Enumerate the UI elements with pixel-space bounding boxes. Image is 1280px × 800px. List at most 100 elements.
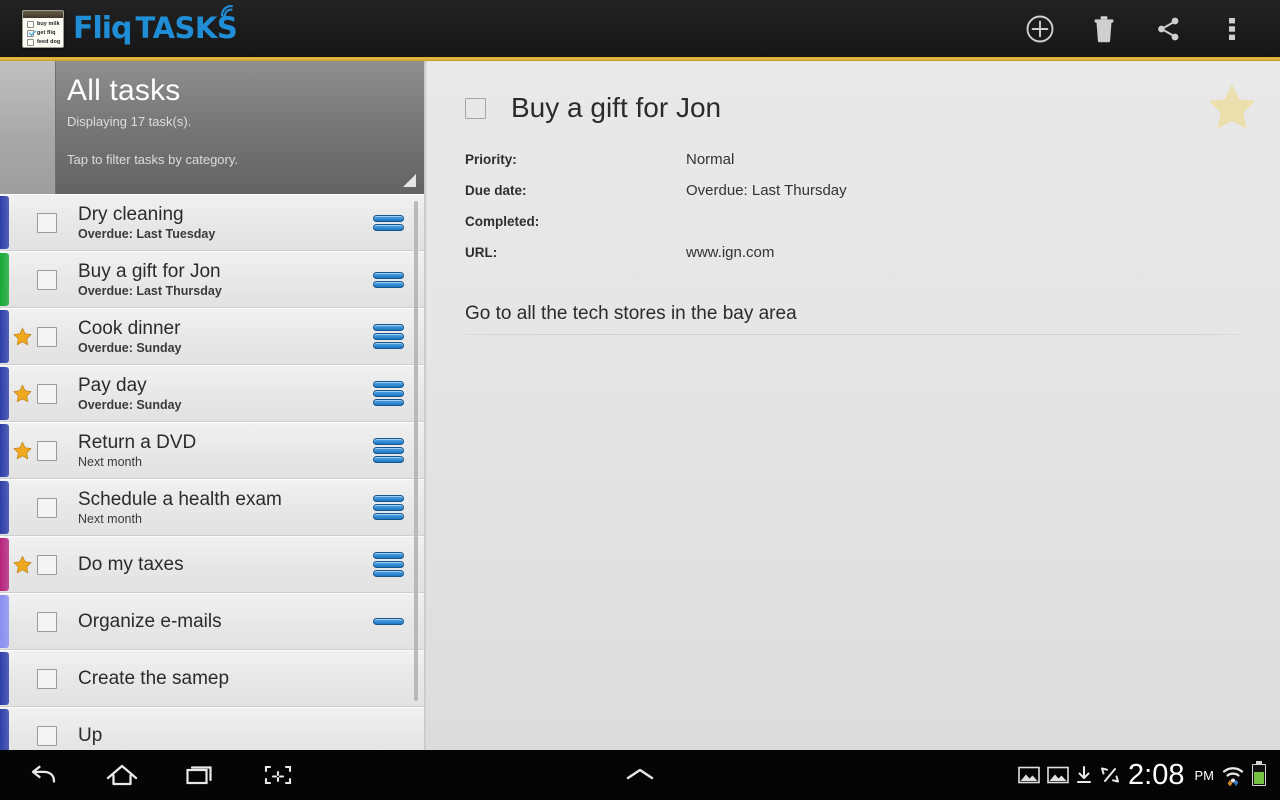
task-text-block: Pay day Overdue: Sunday — [78, 374, 362, 413]
screenshot-button[interactable] — [256, 755, 300, 795]
task-favorite-toggle[interactable] — [9, 555, 35, 574]
detail-field-value[interactable]: www.ign.com — [686, 244, 774, 262]
task-title: Dry cleaning — [78, 204, 184, 225]
detail-field-row: URL: www.ign.com — [427, 244, 1280, 275]
task-complete-checkbox[interactable] — [37, 668, 57, 689]
back-button[interactable] — [22, 755, 66, 795]
overflow-menu-button[interactable] — [1200, 0, 1264, 57]
detail-field-value[interactable]: Overdue: Last Thursday — [686, 182, 847, 200]
task-row[interactable]: Up — [0, 707, 424, 750]
chevron-up-icon — [626, 768, 654, 780]
task-priority-indicator — [362, 324, 414, 349]
download-icon — [1077, 766, 1092, 783]
detail-field-label: Due date: — [465, 183, 527, 198]
task-row[interactable]: Organize e-mails — [0, 593, 424, 650]
wifi-signal-icon — [221, 4, 234, 18]
brand-name-fliq: Fliq — [73, 10, 133, 46]
star-icon — [12, 441, 32, 460]
detail-field-row: Priority: Normal — [427, 151, 1280, 182]
task-complete-checkbox[interactable] — [37, 497, 57, 518]
category-color-stripe — [0, 253, 9, 306]
priority-bar — [372, 504, 404, 511]
priority-bar — [372, 618, 404, 625]
task-row[interactable]: Return a DVD Next month — [0, 422, 424, 479]
task-due-label: Overdue: Sunday — [78, 341, 182, 355]
task-priority-indicator — [362, 618, 414, 625]
task-text-block: Schedule a health exam Next month — [78, 488, 362, 527]
task-text-block: Up — [78, 724, 362, 747]
task-priority-indicator — [362, 495, 414, 520]
task-complete-checkbox[interactable] — [37, 725, 57, 746]
priority-bar — [372, 342, 404, 349]
task-complete-checkbox[interactable] — [37, 269, 57, 290]
task-title: Return a DVD — [78, 432, 197, 453]
priority-bar — [372, 280, 404, 288]
task-complete-checkbox[interactable] — [37, 212, 57, 233]
task-complete-checkbox[interactable] — [37, 611, 57, 632]
task-row[interactable]: Do my taxes — [0, 536, 424, 593]
list-scrollbar[interactable] — [414, 201, 418, 701]
task-complete-checkbox[interactable] — [37, 554, 57, 575]
task-complete-checkbox[interactable] — [37, 440, 57, 461]
task-list: Dry cleaning Overdue: Last Tuesday Buy a g… — [0, 194, 424, 750]
task-complete-checkbox[interactable] — [37, 383, 57, 404]
task-row[interactable]: Schedule a health exam Next month — [0, 479, 424, 536]
task-title: Organize e-mails — [78, 611, 222, 632]
expand-corner-icon[interactable] — [403, 174, 416, 187]
category-color-stripe — [0, 424, 9, 477]
task-complete-checkbox[interactable] — [37, 326, 57, 347]
home-button[interactable] — [100, 755, 144, 795]
detail-field-value[interactable]: Normal — [686, 151, 734, 169]
app-brand: buy milk get fliq feed dog Fliq TASKS — [0, 4, 238, 48]
priority-bar — [372, 381, 404, 388]
detail-field-label: Completed: — [465, 214, 540, 229]
task-title: Up — [78, 725, 103, 746]
clock-ampm: PM — [1194, 767, 1215, 783]
logo-line-1: buy milk — [37, 21, 60, 27]
task-row[interactable]: Dry cleaning Overdue: Last Tuesday — [0, 194, 424, 251]
detail-complete-checkbox[interactable] — [465, 97, 486, 119]
task-priority-indicator — [362, 214, 414, 231]
list-filter-header[interactable]: All tasks Displaying 17 task(s). Tap to … — [0, 61, 424, 194]
recent-apps-button[interactable] — [178, 755, 222, 795]
task-favorite-toggle[interactable] — [9, 441, 35, 460]
detail-favorite-button[interactable] — [1206, 81, 1258, 136]
share-task-button[interactable] — [1136, 0, 1200, 57]
priority-bar — [372, 513, 404, 520]
category-color-stripe — [0, 538, 9, 591]
back-arrow-icon — [31, 765, 56, 783]
detail-field-row: Completed: — [427, 213, 1280, 244]
category-color-stripe — [0, 595, 9, 648]
task-row[interactable]: Create the samep — [0, 650, 424, 707]
task-favorite-toggle[interactable] — [9, 384, 35, 403]
task-title: Schedule a health exam — [78, 489, 282, 510]
tablet-screen: buy milk get fliq feed dog Fliq TASKS Al… — [0, 0, 1280, 800]
list-title: All tasks — [67, 74, 181, 107]
task-title: Create the samep — [78, 668, 230, 689]
logo-line-3: feed dog — [37, 39, 61, 45]
expand-notifications-button[interactable] — [618, 755, 662, 795]
add-task-button[interactable] — [1008, 0, 1072, 57]
star-icon — [12, 327, 32, 346]
task-row[interactable]: Buy a gift for Jon Overdue: Last Thursday — [0, 251, 424, 308]
task-priority-indicator — [362, 381, 414, 406]
delete-task-button[interactable] — [1072, 0, 1136, 57]
detail-note-field[interactable]: Go to all the tech stores in the bay are… — [465, 302, 1242, 335]
detail-header: Buy a gift for Jon — [427, 79, 1280, 137]
recents-icon — [186, 766, 212, 785]
task-row[interactable]: Pay day Overdue: Sunday — [0, 365, 424, 422]
task-priority-indicator — [362, 438, 414, 463]
task-due-label: Next month — [78, 512, 142, 526]
plus-circle-icon — [1026, 15, 1054, 42]
task-row[interactable]: Cook dinner Overdue: Sunday — [0, 308, 424, 365]
priority-bar — [372, 271, 404, 279]
detail-task-title: Buy a gift for Jon — [511, 92, 722, 123]
status-icons[interactable]: 2:08 PM — [1018, 760, 1280, 790]
task-text-block: Dry cleaning Overdue: Last Tuesday — [78, 203, 362, 242]
task-favorite-toggle[interactable] — [9, 327, 35, 346]
list-count: Displaying 17 task(s). — [67, 114, 192, 129]
image-icon-2 — [1047, 766, 1069, 784]
priority-bar — [372, 495, 404, 502]
image-icon — [1018, 766, 1040, 784]
priority-bar — [372, 570, 404, 577]
